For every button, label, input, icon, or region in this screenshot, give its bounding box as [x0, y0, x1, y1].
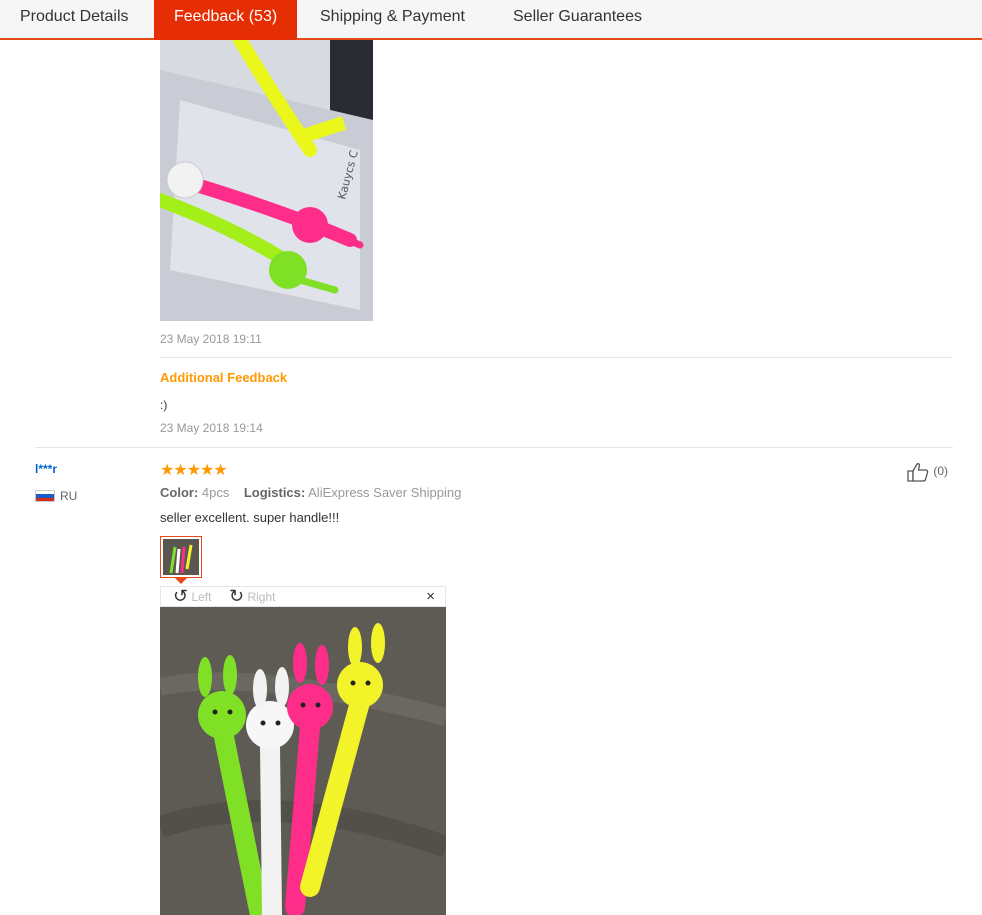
star-rating: ★★★★★	[160, 462, 228, 479]
rotate-right-button[interactable]: ↻ Right	[229, 587, 275, 608]
review-photo-expanded[interactable]	[160, 607, 446, 915]
color-value: 4pcs	[201, 485, 230, 500]
order-info: Color: 4pcs Logistics: AliExpress Saver …	[160, 485, 461, 500]
divider	[160, 357, 953, 358]
image-viewer-toolbar: ↺ Left ↻ Right ×	[160, 586, 446, 607]
tab-feedback[interactable]: Feedback (53)	[154, 0, 298, 40]
logistics-value: AliExpress Saver Shipping	[308, 485, 462, 500]
review-date: 23 May 2018 19:11	[160, 332, 262, 346]
rotate-left-button[interactable]: ↺ Left	[173, 587, 211, 608]
additional-feedback-title: Additional Feedback	[160, 370, 288, 385]
additional-feedback-date: 23 May 2018 19:14	[160, 421, 263, 435]
reviewer-name[interactable]: l***r	[35, 462, 57, 476]
helpful-button[interactable]: (0)	[906, 462, 948, 482]
review-divider	[35, 447, 953, 448]
tab-bar: Product Details Feedback (53) Shipping &…	[0, 0, 982, 40]
rotate-left-icon: ↺	[173, 586, 189, 607]
reviewer-country: RU	[60, 489, 78, 503]
russia-flag-icon	[35, 490, 55, 502]
thumbnail-pointer	[175, 578, 187, 584]
rotate-right-icon: ↻	[229, 586, 245, 607]
logistics-label: Logistics:	[243, 485, 306, 500]
additional-feedback-text: :)	[160, 398, 168, 412]
tab-seller-guarantees[interactable]: Seller Guarantees	[493, 0, 662, 38]
rotate-left-label: Left	[191, 590, 212, 604]
tab-shipping-payment[interactable]: Shipping & Payment	[300, 0, 485, 38]
review-photo-thumbnail[interactable]	[160, 536, 202, 578]
helpful-count: (0)	[933, 464, 949, 479]
review-text: seller excellent. super handle!!!	[160, 510, 340, 525]
tab-product-details[interactable]: Product Details	[0, 0, 149, 38]
review-photo-large[interactable]: Kauycs C	[160, 40, 373, 321]
color-label: Color:	[160, 485, 199, 500]
close-icon[interactable]: ×	[426, 588, 435, 605]
rotate-right-label: Right	[247, 590, 276, 604]
thumbs-up-icon[interactable]	[906, 463, 933, 482]
